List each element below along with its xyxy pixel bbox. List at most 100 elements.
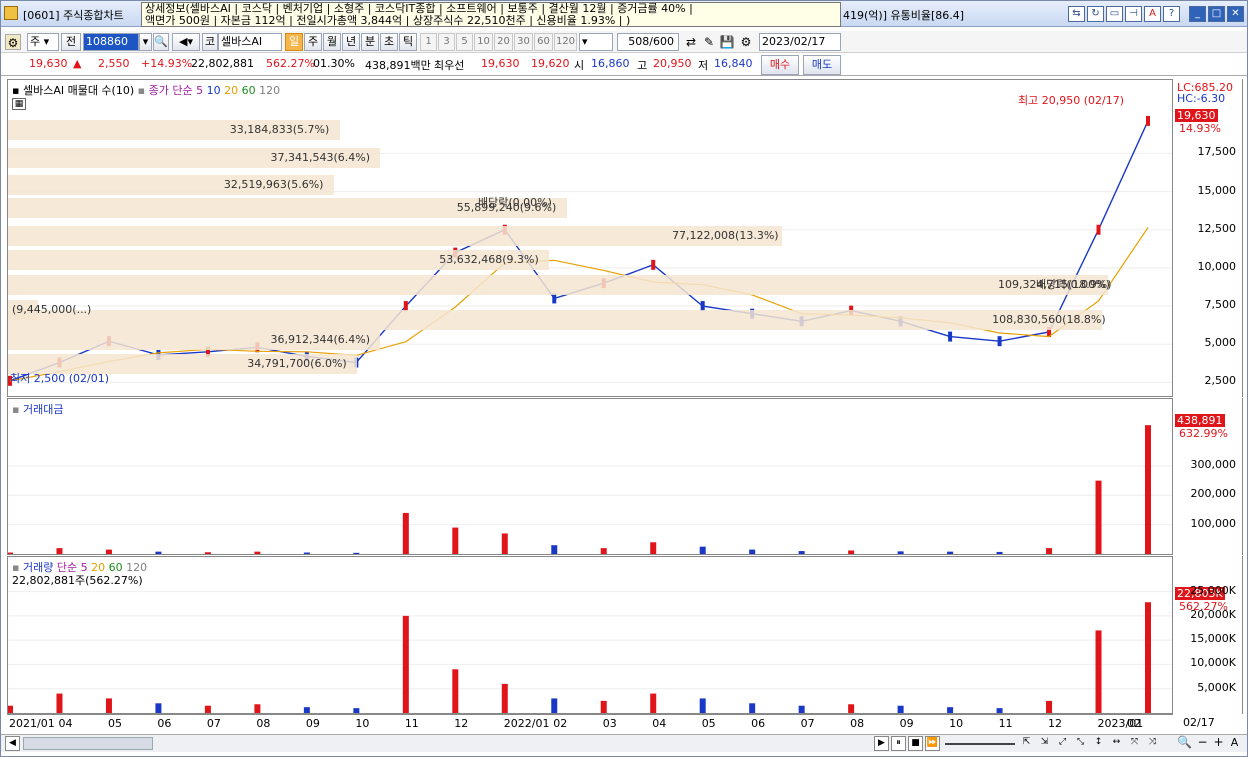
open-price: 16,860 (591, 57, 630, 70)
maximize-icon[interactable]: □ (1208, 6, 1225, 22)
chart-type-select[interactable]: 주 ▾ (27, 33, 59, 51)
period-second-tab[interactable]: 초 (380, 33, 398, 51)
scroll-thumb[interactable] (23, 737, 153, 750)
ma-20-label: 20 (224, 84, 239, 97)
high-price: 20,950 (653, 57, 692, 70)
x-tick-label: 12 (1048, 717, 1063, 730)
period-week-tab[interactable]: 주 (304, 33, 322, 51)
volume-profile-label: 36,912,344(6.4%) (270, 333, 370, 346)
volume-profile-label: 32,519,963(5.6%) (223, 178, 324, 191)
zoom-tool-1-icon[interactable]: ⇱ (1019, 736, 1034, 751)
count-field[interactable]: 508/600 (617, 33, 679, 51)
chart-window: [0601] 주식종합차트 상세정보(셀바스AI | 코스닥 | 벤처기업 | … (0, 0, 1248, 757)
link-icon[interactable]: ⇆ (1068, 6, 1085, 22)
interval-20[interactable]: 20 (494, 33, 513, 51)
close-icon[interactable]: ✕ (1227, 6, 1244, 22)
amount-chart-pane[interactable]: ▪ 거래대금 (7, 398, 1173, 555)
pane-icon: ▪ (12, 84, 23, 97)
interval-10[interactable]: 10 (474, 33, 493, 51)
interval-120[interactable]: 120 (554, 33, 577, 51)
prev-button[interactable]: 전 (61, 33, 81, 51)
amount-bar (749, 549, 756, 554)
volume-bar (798, 705, 805, 713)
period-day-tab[interactable]: 일 (285, 33, 303, 51)
amount-bar (1095, 480, 1102, 554)
scroll-left-icon[interactable]: ◀ (5, 736, 20, 751)
zoom-search-icon[interactable]: 🔍 (1177, 736, 1192, 751)
period-minute-tab[interactable]: 분 (361, 33, 379, 51)
volume-bar (56, 693, 63, 713)
save-icon[interactable]: 💾 (719, 34, 735, 50)
custom-interval-input[interactable]: ▾ (579, 33, 613, 51)
price-candle (997, 336, 1002, 347)
grid-icon[interactable]: ▦ (12, 98, 26, 110)
amount-bar (353, 552, 360, 554)
tool-icon[interactable]: ✎ (701, 34, 717, 50)
config-icon[interactable]: ⚙ (738, 34, 754, 50)
amount-bar (155, 551, 162, 554)
zoom-tool-5-icon[interactable]: ↕ (1091, 736, 1106, 751)
interval-60[interactable]: 60 (534, 33, 553, 51)
code-dropdown-icon[interactable]: ▾ (139, 33, 152, 51)
zoom-tool-2-icon[interactable]: ⇲ (1037, 736, 1052, 751)
amount-bar (1046, 548, 1053, 554)
volume-y-axis[interactable]: 22,803K 562.27% 25,000K 20,000K 15,000K 10,… (1173, 556, 1243, 714)
minimize-icon[interactable]: _ (1189, 6, 1206, 22)
zoom-tool-3-icon[interactable]: ⤢ (1055, 736, 1070, 751)
amount-bar (699, 546, 706, 554)
buy-button[interactable]: 매수 (761, 55, 799, 75)
price-chart-pane[interactable]: ▪ 셀바스AI 매물대 수(10) ▪ 종가 단순 5 10 20 60 120… (7, 79, 1173, 397)
sell-button[interactable]: 매도 (803, 55, 841, 75)
volume-bar (699, 698, 706, 713)
period-month-tab[interactable]: 월 (323, 33, 341, 51)
period-year-tab[interactable]: 년 (342, 33, 360, 51)
volume-bar (848, 704, 855, 713)
volume-bar (303, 707, 310, 713)
font-icon[interactable]: A (1144, 6, 1161, 22)
search-icon[interactable]: 🔍 (153, 33, 169, 51)
date-field[interactable]: 2023/02/17 (759, 33, 841, 51)
price-change: 2,550 (98, 57, 130, 70)
settings-icon[interactable]: ⚙ (5, 34, 21, 50)
fast-forward-icon[interactable]: ⏩ (925, 736, 940, 751)
amount-y-axis[interactable]: 438,891 632.99% 300,000 200,000 100,000 (1173, 398, 1243, 555)
interval-3[interactable]: 3 (438, 33, 455, 51)
x-tick-label: 02 (553, 717, 568, 730)
volume-value: 22,802,881 (191, 57, 254, 70)
speed-slider[interactable] (945, 743, 1015, 745)
auto-scale-icon[interactable]: A (1227, 736, 1242, 751)
ma-60-label: 60 (241, 84, 256, 97)
help-icon[interactable]: ? (1163, 6, 1180, 22)
zoom-tool-4-icon[interactable]: ⤡ (1073, 736, 1088, 751)
scroll-icon[interactable]: ⇄ (683, 34, 699, 50)
play-icon[interactable]: ▶ (874, 736, 889, 751)
screen-icon[interactable]: ▭ (1106, 6, 1123, 22)
zoom-tool-6-icon[interactable]: ↔ (1109, 736, 1124, 751)
period-tick-tab[interactable]: 틱 (399, 33, 417, 51)
stock-name-field[interactable]: 셀바스AI (218, 33, 282, 51)
ma-120-label: 120 (259, 84, 281, 97)
stop-icon[interactable]: ■ (908, 736, 923, 751)
refresh-icon[interactable]: ↻ (1087, 6, 1104, 22)
zoom-out-icon[interactable]: − (1195, 736, 1210, 751)
interval-1[interactable]: 1 (420, 33, 437, 51)
stock-code-input[interactable]: 108860 (83, 33, 139, 51)
zoom-in-icon[interactable]: + (1211, 736, 1226, 751)
pause-icon[interactable]: ⏸ (891, 736, 906, 751)
volume-profile-band (8, 226, 783, 246)
title-bar: [0601] 주식종합차트 상세정보(셀바스AI | 코스닥 | 벤처기업 | … (1, 1, 1247, 27)
volume-bar (8, 705, 13, 713)
amount-pane-title: ▪ 거래대금 (12, 403, 64, 416)
x-tick-label: 03 (602, 717, 617, 730)
high-label: 고 (637, 59, 648, 72)
chart-scrollbar[interactable]: ◀ ▶ ⏸ ■ ⏩ ⇱ ⇲ ⤢ ⤡ ↕ ↔ ⤧ ⤨ 🔍 − + A (1, 734, 1247, 752)
volume-chart-pane[interactable]: ▪ 거래량 단순 5 20 60 120 22,802,881주(562.27%… (7, 556, 1173, 714)
zoom-tool-7-icon[interactable]: ⤧ (1127, 736, 1142, 751)
price-y-axis[interactable]: LC:685.20 HC:-6.30 19,630 14.93% 2,500 5,… (1173, 79, 1243, 397)
interval-5[interactable]: 5 (456, 33, 473, 51)
pin-icon[interactable]: ⊣ (1125, 6, 1142, 22)
volume-profile-label: 34,791,700(6.0%) (247, 357, 347, 370)
speaker-icon[interactable]: ◀▾ (172, 33, 200, 51)
zoom-tool-8-icon[interactable]: ⤨ (1145, 736, 1160, 751)
interval-30[interactable]: 30 (514, 33, 533, 51)
